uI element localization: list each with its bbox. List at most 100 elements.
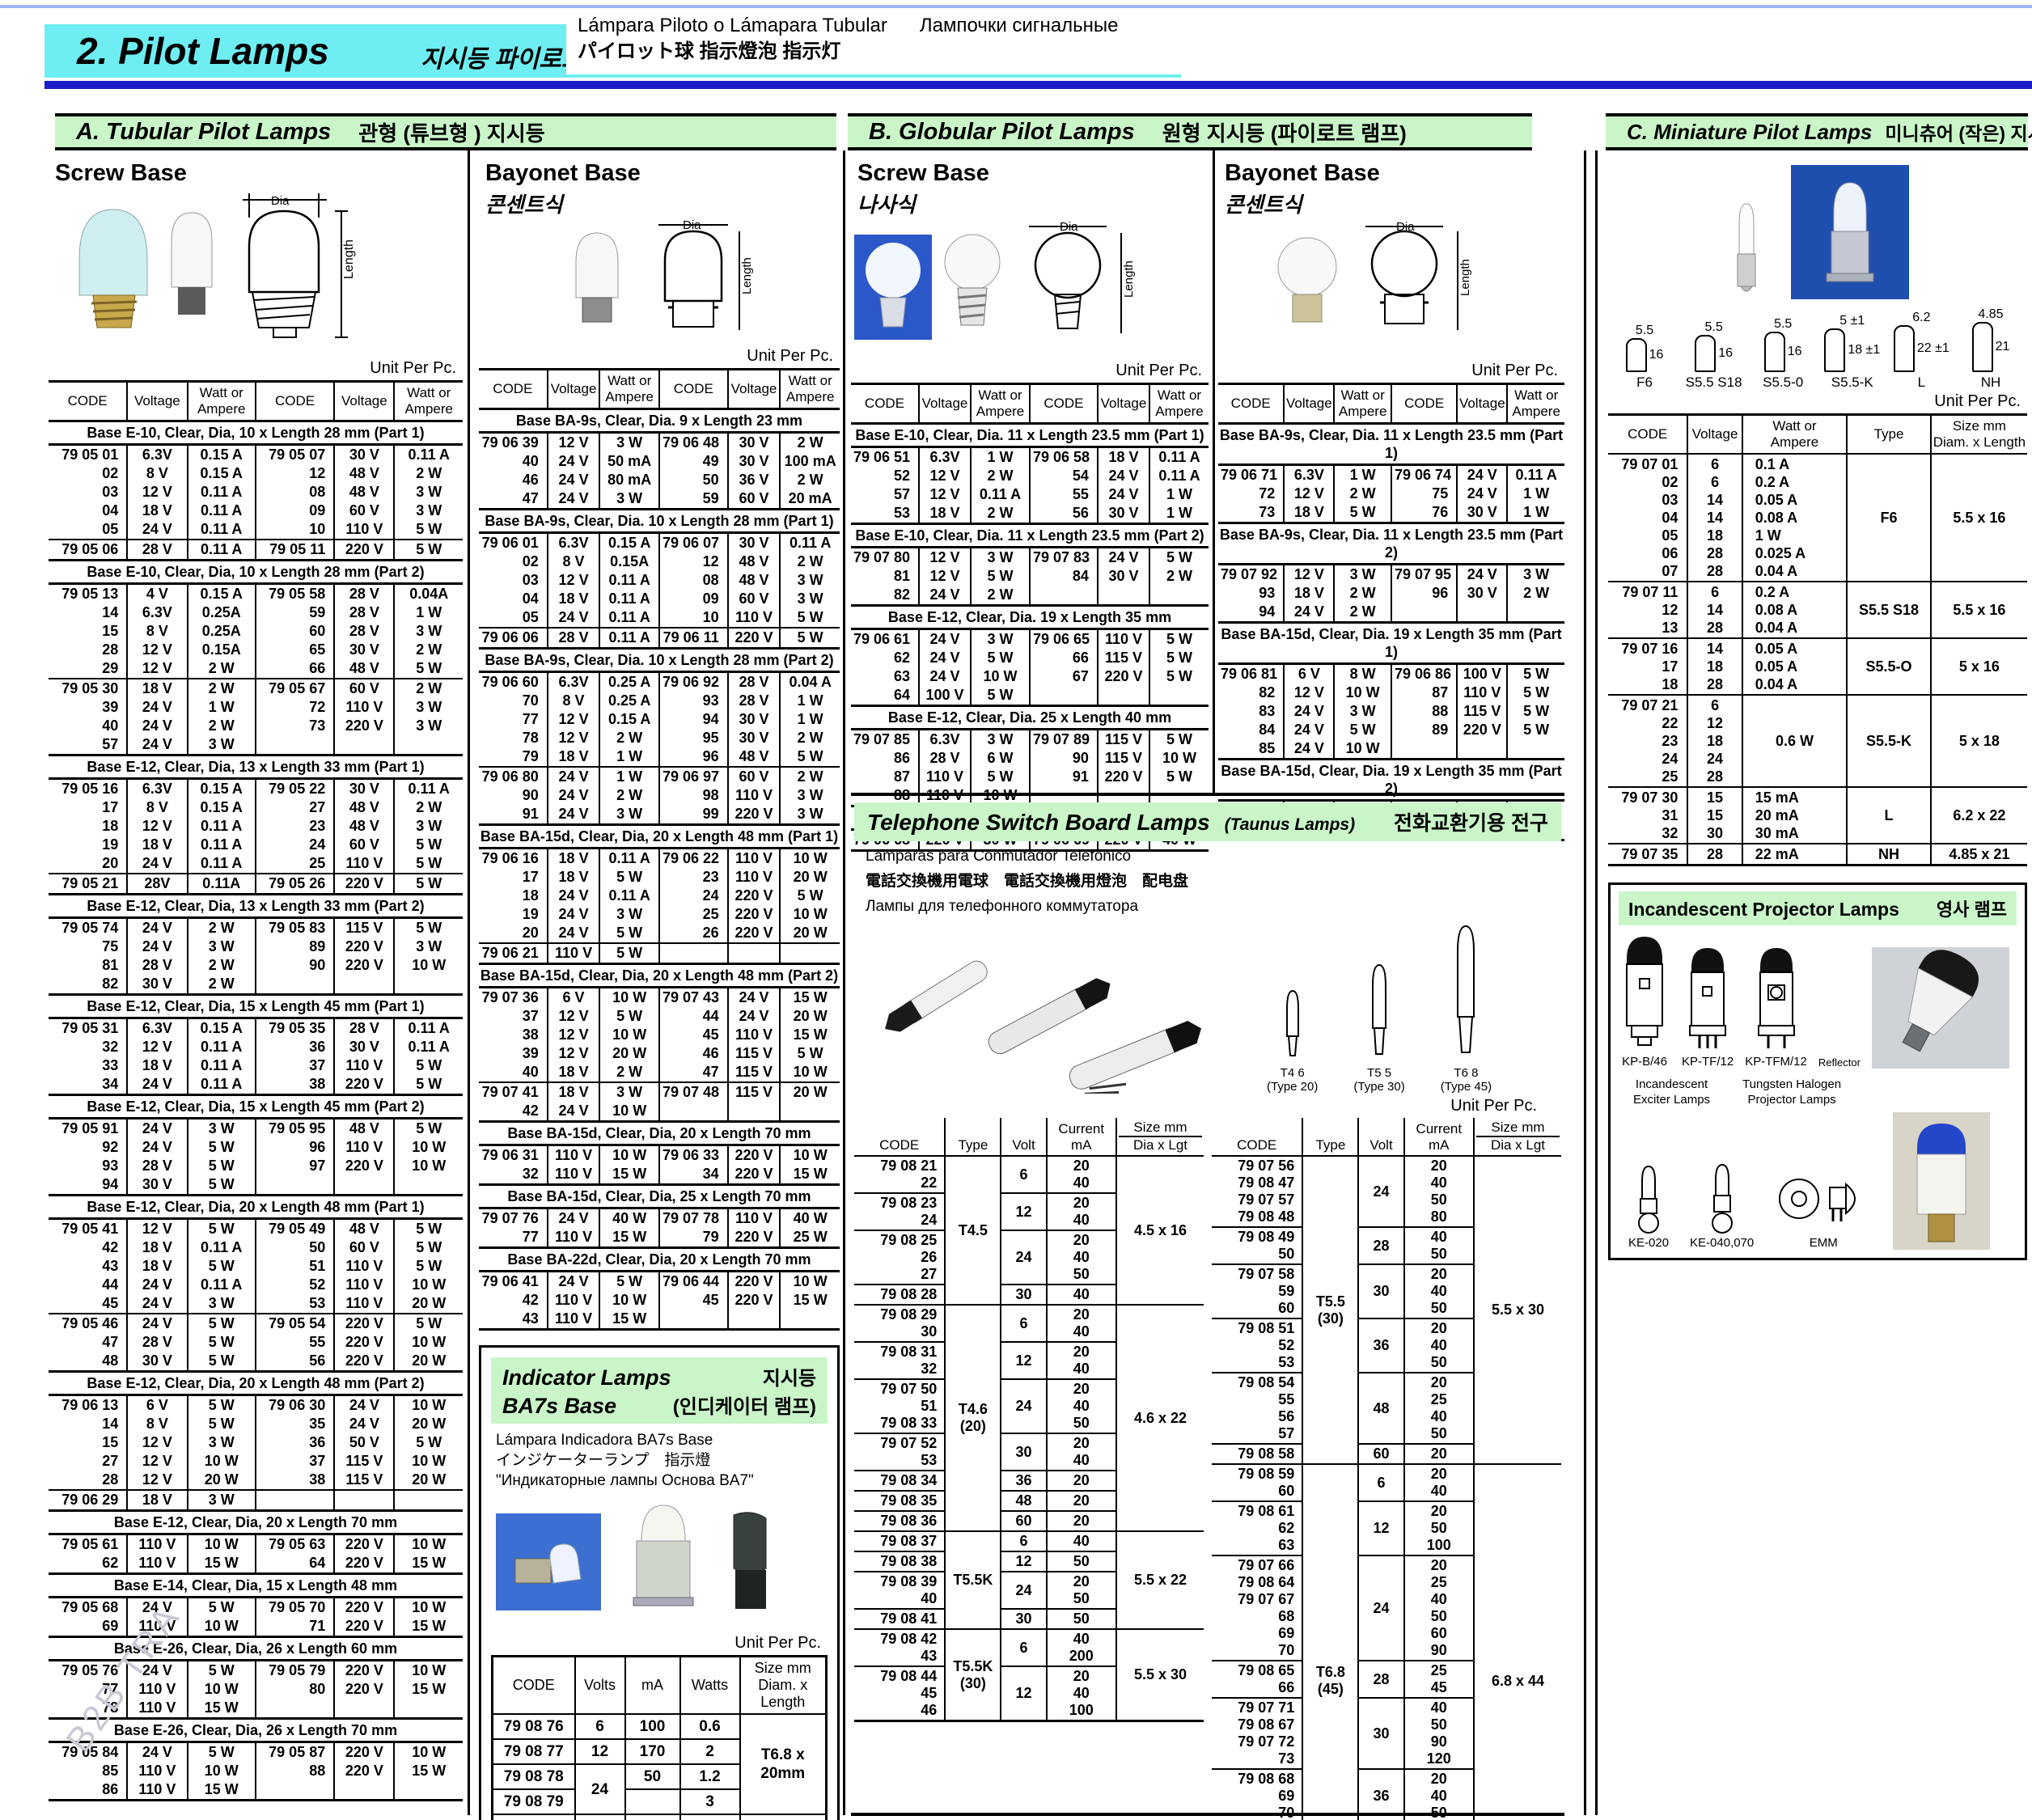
- divider-b-c-outer: [1584, 150, 1586, 1815]
- table-row: 0524 V0.11 A10110 V5 W: [49, 520, 463, 540]
- table-row: 79 07 366 V10 W79 07 4324 V15 W: [479, 988, 840, 1008]
- title-spanish: Lámpara Piloto o Lámapara Tubular: [578, 15, 887, 36]
- miniature-bulb-photo: [1725, 196, 1768, 301]
- projector-lamps-box: Incandescent Projector Lamps 영사 램프 KP-B/…: [1608, 882, 2027, 1260]
- table-row: 43110 V15 W: [479, 1310, 840, 1330]
- table-row: 79 08 37T5.5K6405.5 x 22: [854, 1531, 1204, 1551]
- ke-040-070-icon: [1708, 1160, 1737, 1234]
- indicator-lamps-title-band: Indicator Lamps지시등 BA7s Base(인디케이터 램프): [491, 1357, 828, 1424]
- table-row: 8224 V2 W: [851, 586, 1209, 606]
- base-group-title: Base BA-9s, Clear, Dia. 10 x Length 28 m…: [479, 510, 840, 533]
- lamp-spec-table: CODEVoltageWatt or AmpereCODEVoltageWatt…: [49, 380, 463, 1801]
- table-row: 79 05 134 V0.15 A79 05 5828 V0.04A: [49, 584, 463, 604]
- table-row: 79 07 30313215153015 mA20 mA30 mAL6.2 x …: [1608, 787, 2027, 844]
- table-row: 9318 V2 W9630 V2 W: [1218, 584, 1564, 603]
- telephone-lamps-box: Telephone Switch Board Lamps (Taunus Lam…: [851, 793, 1564, 1816]
- table-row: 2024 V0.11 A25110 V5 W: [49, 854, 463, 874]
- lamp-spec-table: CODEVoltageWatt or AmpereCODEVoltageWatt…: [479, 368, 840, 1331]
- table-row: 85110 V10 W88220 V15 W: [49, 1762, 463, 1780]
- base-group-title: Base E-14, Clear, Dia, 15 x Length 48 mm: [49, 1574, 463, 1598]
- telephone-table-left: CODETypeVoltCurrentmASize mmDia x Lgt79 …: [854, 1118, 1204, 1722]
- base-group-title: Base BA-15d, Clear, Dia, 20 x Length 70 …: [479, 1122, 840, 1145]
- table-row: 2712 V10 W37115 V10 W: [49, 1452, 463, 1471]
- table-row: 79 06 4124 V5 W79 06 44220 V10 W: [479, 1272, 840, 1292]
- table-row: 77110 V15 W79220 V25 W: [479, 1228, 840, 1248]
- table-row: 79 05 4112 V5 W79 05 4948 V5 W: [49, 1219, 463, 1239]
- table-row: 9224 V5 W96110 V10 W: [49, 1138, 463, 1157]
- length-label: Length: [1122, 260, 1136, 298]
- unit-per-pc-label: Unit Per Pc.: [1608, 392, 2021, 411]
- table-row: 4024 V50 mA4930 V100 mA: [479, 452, 840, 471]
- bulb-outline-icon: [1972, 322, 1993, 372]
- indicator-title-korean: 지시등: [763, 1362, 816, 1390]
- table-row: 5212 V2 W5424 V0.11 A: [851, 467, 1209, 485]
- table-row: 79 06 516.3V1 W79 06 5818 V0.11 A: [851, 447, 1209, 468]
- table-row: 0418 V0.11 A0960 V3 W: [49, 502, 463, 520]
- table-row: 146.3V0.25A5928 V1 W: [49, 603, 463, 622]
- table-row: 79 08 2930T4.6 (20)620404.6 x 22: [854, 1305, 1204, 1342]
- t5-5-bulb-icon: [1365, 959, 1393, 1062]
- table-row: 79 08 801250T6.8 x 23mm: [493, 1814, 827, 1820]
- table-row: 8212 V10 W87110 V5 W: [1218, 684, 1564, 702]
- projector-title: Incandescent Projector Lamps: [1628, 899, 1899, 921]
- tubular-bayonet-column: Bayonet Base 콘센트식 Dia Length Unit Per Pc…: [479, 155, 840, 1820]
- table-row: 79 05 9124 V3 W79 05 9548 V5 W: [49, 1119, 463, 1139]
- telephone-table-right: CODETypeVoltCurrentmASize mmDia x Lgt79 …: [1212, 1118, 1561, 1820]
- unit-per-pc-label: Unit Per Pc.: [491, 1634, 821, 1653]
- midget-bulb-photo: [1789, 163, 1911, 301]
- bulb-outline-icon: [1764, 332, 1785, 372]
- t4-6-bulb-icon: [1281, 984, 1305, 1062]
- table-row: 7524 V3 W89220 V3 W: [49, 938, 463, 956]
- table-row: 7318 V5 W7630 V1 W: [1218, 503, 1564, 523]
- miniature-table: CODEVoltageWatt or AmpereTypeSize mm Dia…: [1608, 413, 2027, 866]
- divider-b1-b2: [1213, 150, 1215, 793]
- bulb-outline-icon: [1626, 338, 1647, 372]
- bulb-type-diagram: 6.222 ±1L: [1888, 311, 1954, 391]
- section-a-header: A. Tubular Pilot Lamps 관형 (튜브형 ) 지시등: [55, 113, 836, 150]
- base-group-title: Base E-10, Clear, Dia, 10 x Length 28 mm…: [49, 421, 463, 445]
- table-row: 9430 V5 W: [49, 1175, 463, 1196]
- title-russian: Лампочки сигнальные: [920, 15, 1119, 36]
- section-c-header: C. Miniature Pilot Lamps 미니츄어 (작은) 지시등: [1606, 113, 2028, 150]
- base-group-title: Base E-12, Clear, Dia, 15 x Length 45 mm…: [49, 1095, 463, 1119]
- base-group-title: Base BA-9s, Clear, Dia. 9 x Length 23 mm: [479, 409, 840, 433]
- globular-screw-column: Screw Base 나사식 Dia Length Unit Per Pc. C…: [851, 155, 1209, 852]
- table-row: 79 06 31110 V10 W79 06 33220 V10 W: [479, 1145, 840, 1166]
- table-row: 79 05 61110 V10 W79 05 63220 V10 W: [49, 1534, 463, 1555]
- base-group-title: Base E-12, Clear, Dia, 15 x Length 45 mm…: [49, 995, 463, 1018]
- table-row: 5724 V3 W: [49, 735, 463, 756]
- table-row: 79 07 010203040506076614141828280.1 A0.2…: [1608, 454, 2027, 582]
- projector-lamp-kp-tf12: KP-TF/12: [1682, 943, 1734, 1069]
- table-row: 4728 V5 W55220 V10 W: [49, 1333, 463, 1352]
- telephone-lamps-photo: [862, 924, 1210, 1094]
- table-row: 2024 V5 W26220 V20 W: [479, 924, 840, 943]
- table-row: 79 06 816 V8 W79 06 86100 V5 W: [1218, 664, 1564, 684]
- table-row: 1824 V0.11 A24220 V5 W: [479, 887, 840, 905]
- table-row: 8324 V3 W88115 V5 W: [1218, 702, 1564, 721]
- col-header: CODE: [493, 1657, 575, 1715]
- table-header-row: CODEVoltageWatt or AmpereCODEVoltageWatt…: [49, 382, 463, 421]
- table-row: 86110 V15 W: [49, 1780, 463, 1801]
- base-group-title: Base BA-15d, Clear, Dia, 25 x Length 70 …: [479, 1185, 840, 1208]
- table-row: 1718 V5 W23110 V20 W: [479, 868, 840, 887]
- section-a-title: A. Tubular Pilot Lamps: [76, 119, 331, 146]
- indicator-spanish: Lámpara Indicadora BA7s Base: [496, 1430, 828, 1450]
- length-label: Length: [342, 239, 356, 279]
- bulb-type-sub: (Type 30): [1353, 1080, 1404, 1094]
- base-group-title: Base E-12, Clear, Dia, 20 x Length 70 mm: [49, 1511, 463, 1534]
- telephone-russian: Лампы для телефонного коммутатора: [866, 896, 1561, 916]
- telephone-title-korean: 전화교환기용 전구: [1394, 807, 1548, 836]
- bulb-type-diagram: 5.516S5.5 S18: [1681, 320, 1747, 391]
- table-row: 9328 V5 W97220 V10 W: [49, 1157, 463, 1175]
- indicator-subtitle-korean: (인디케이터 램프): [673, 1390, 816, 1419]
- table-row: 79 06 716.3V1 W79 06 7424 V0.11 A: [1218, 465, 1564, 485]
- bulb-type-diagram: 5.516F6: [1611, 324, 1678, 391]
- bulb-outline-icon: [1894, 325, 1915, 372]
- indicator-japanese: インジケーターランプ 指示燈: [496, 1450, 828, 1471]
- bulb-type-diagram: 5.516S5.5-0: [1750, 317, 1816, 391]
- table-row: 79 05 2128V0.11A79 05 26220 V5 W: [49, 874, 463, 895]
- table-row: 0524 V0.11 A10110 V5 W: [479, 608, 840, 628]
- telephone-title: Telephone Switch Board Lamps: [867, 810, 1210, 836]
- table-row: 6224 V5 W66115 V5 W: [851, 649, 1209, 667]
- base-group-title: Base BA-9s, Clear, Dia. 10 x Length 28 m…: [479, 649, 840, 672]
